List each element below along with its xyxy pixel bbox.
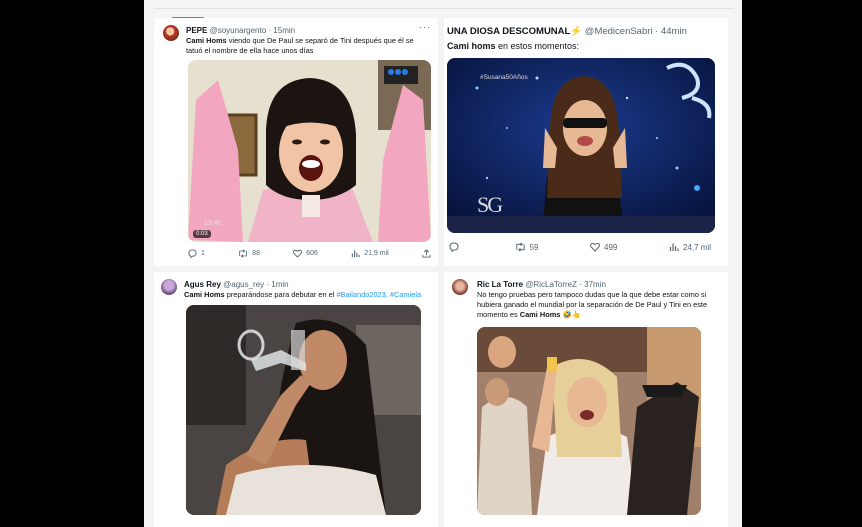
mention-bold: Cami Homs [519, 310, 561, 319]
views-count: 24,7 mil [682, 242, 711, 252]
media-illustration [477, 327, 701, 515]
like-button[interactable]: 499 [590, 242, 617, 252]
author-handle[interactable]: @MedicenSabri [585, 26, 653, 37]
mention-bold: Cami Homs [184, 290, 225, 299]
views-button[interactable]: 24,7 mil [669, 242, 711, 252]
views-button[interactable]: 21,9 mil [351, 249, 389, 258]
tweet-time[interactable]: · 15min [268, 26, 295, 35]
reply-button[interactable] [449, 242, 463, 252]
tweet-time[interactable]: · 1min [266, 280, 288, 289]
share-button[interactable] [422, 249, 431, 258]
retweet-icon [239, 249, 247, 258]
reply-button[interactable]: 1 [188, 249, 205, 258]
avatar[interactable] [163, 25, 179, 41]
tweet-media-gif[interactable]: #Susana50Años SG [447, 58, 715, 233]
author-name[interactable]: Ric La Torre [477, 280, 523, 289]
tweet-header: UNA DIOSA DESCOMUNAL⚡ @MedicenSabri · 44… [447, 26, 687, 37]
tweet-text: Cami Homs viendo que De Paul se separó d… [186, 36, 432, 56]
tweet-time[interactable]: · 37min [579, 280, 606, 289]
mention-bold: Cami Homs [186, 36, 227, 45]
views-icon [669, 243, 679, 251]
avatar[interactable] [161, 279, 177, 295]
tweet-card-diosa[interactable]: UNA DIOSA DESCOMUNAL⚡ @MedicenSabri · 44… [444, 18, 728, 266]
tweet-actions: 1 88 606 21,9 mil [188, 249, 431, 258]
author-name[interactable]: Agus Rey [184, 280, 221, 289]
author-name[interactable]: UNA DIOSA DESCOMUNAL⚡ [447, 26, 582, 37]
tweet-card-ric[interactable]: Ric La Torre @RicLaTorreZ · 37min No ten… [444, 272, 728, 527]
tweet-text: Cami Homs preparándose para debutar en e… [184, 290, 434, 300]
tweet-header: PEPE @soyunargento · 15min [186, 26, 295, 35]
like-count: 499 [604, 242, 618, 252]
reply-icon [188, 249, 197, 258]
share-icon [422, 249, 431, 258]
more-icon[interactable]: ··· [419, 22, 431, 32]
author-handle[interactable]: @soyunargento [210, 26, 267, 35]
retweet-button[interactable]: 88 [238, 249, 260, 258]
tweet-text-rest: preparándose para debutar en el [224, 290, 337, 299]
tweet-time[interactable]: · 44min [655, 26, 687, 37]
tweet-media-gif[interactable]: 13:40 0:03 [188, 60, 431, 242]
media-illustration [188, 60, 431, 242]
hashtag-link[interactable]: #Bailando2023, #Camiela [336, 290, 421, 299]
retweet-button[interactable]: 59 [515, 242, 539, 252]
author-handle[interactable]: @agus_rey [223, 280, 264, 289]
mention-bold: Cami homs [447, 41, 496, 51]
like-count: 606 [306, 250, 318, 257]
tweet-text-line-2: hubiera ganado el mundial por la separac… [477, 300, 708, 309]
tweet-card-agus[interactable]: Agus Rey @agus_rey · 1min Cami Homs prep… [154, 272, 438, 527]
media-illustration [186, 305, 421, 515]
tweet-text-line-3-pre: momento es [477, 310, 520, 319]
tweet-text: Cami homs en estos momentos: [447, 40, 717, 52]
media-channel-logo: SG [477, 192, 503, 217]
tweet-header: Ric La Torre @RicLaTorreZ · 37min [477, 280, 606, 289]
author-name[interactable]: PEPE [186, 26, 207, 35]
tweet-text: No tengo pruebas pero tampoco dudas que … [477, 290, 725, 320]
tweet-header: Agus Rey @agus_rey · 1min [184, 280, 289, 289]
retweet-count: 88 [252, 250, 260, 257]
media-tiny-overlay: 13:40 [204, 220, 222, 227]
previous-tweet-actions-strip [154, 0, 734, 9]
tweet-card-pepe[interactable]: PEPE @soyunargento · 15min ··· Cami Homs… [154, 18, 438, 266]
retweet-count: 59 [529, 242, 539, 252]
tweet-actions: 59 499 24,7 mil [449, 242, 711, 252]
views-count: 21,9 mil [364, 250, 389, 257]
media-duration-badge: 0:03 [193, 230, 211, 238]
tweet-text-line-3: momento es Cami Homs 🤣👆 [477, 310, 725, 320]
avatar[interactable] [452, 279, 468, 295]
author-handle[interactable]: @RicLaTorreZ [525, 280, 577, 289]
media-overlay-hashtag: #Susana50Años [480, 74, 528, 81]
heart-icon [590, 242, 600, 252]
screenshot-canvas: PEPE @soyunargento · 15min ··· Cami Homs… [144, 0, 742, 527]
tweet-text-line-1: No tengo pruebas pero tampoco dudas que … [477, 290, 707, 299]
reply-icon [449, 242, 459, 252]
tweet-media-gif[interactable] [186, 305, 421, 515]
heart-icon [293, 249, 303, 258]
tweet-emoji: 🤣👆 [562, 310, 581, 319]
tweet-media-gif[interactable] [477, 327, 701, 515]
tweet-text-rest: en estos momentos: [495, 41, 580, 51]
retweet-icon [515, 242, 525, 252]
reply-count: 1 [201, 250, 205, 257]
like-button[interactable]: 606 [293, 249, 318, 258]
views-icon [351, 250, 360, 258]
